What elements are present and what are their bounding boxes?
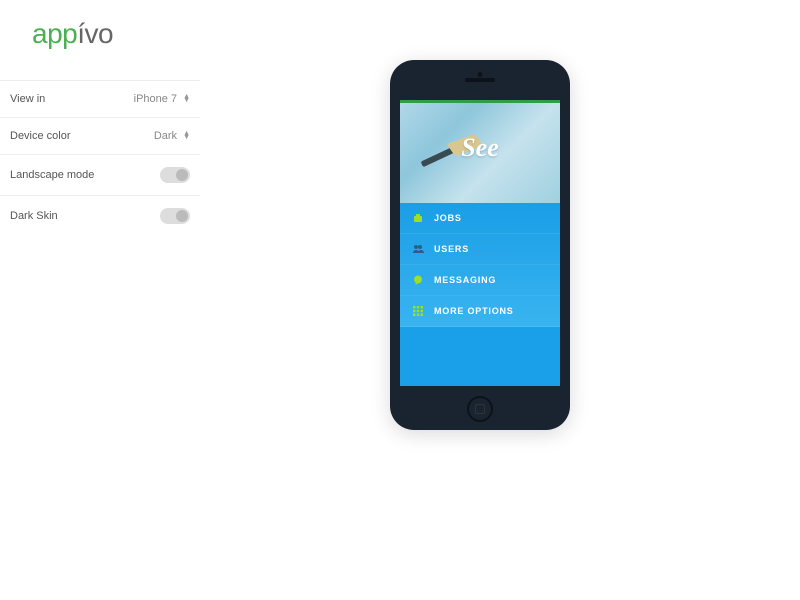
grid-icon bbox=[412, 305, 424, 317]
menu-item-jobs[interactable]: JOBS bbox=[400, 203, 560, 234]
landscape-row: Landscape mode bbox=[0, 154, 200, 195]
view-in-value: iPhone 7 bbox=[134, 93, 177, 105]
logo-text-green: app bbox=[32, 18, 77, 49]
landscape-label: Landscape mode bbox=[10, 169, 94, 181]
view-in-row: View in iPhone 7 ▲▼ bbox=[0, 80, 200, 117]
phone-frame: See JOBS USERS bbox=[390, 60, 570, 430]
menu-item-label: MORE OPTIONS bbox=[434, 306, 514, 316]
device-color-row: Device color Dark ▲▼ bbox=[0, 117, 200, 154]
logo-text-dark: ívo bbox=[77, 18, 113, 49]
menu-item-label: USERS bbox=[434, 244, 469, 254]
device-color-value: Dark bbox=[154, 130, 177, 142]
settings-sidebar: appívo View in iPhone 7 ▲▼ Device color … bbox=[0, 0, 200, 236]
device-preview: See JOBS USERS bbox=[390, 60, 570, 430]
updown-icon: ▲▼ bbox=[183, 95, 190, 103]
users-icon bbox=[412, 243, 424, 255]
dark-skin-toggle[interactable] bbox=[160, 208, 190, 224]
briefcase-icon bbox=[412, 212, 424, 224]
phone-screen: See JOBS USERS bbox=[400, 100, 560, 386]
dark-skin-row: Dark Skin bbox=[0, 195, 200, 236]
appivo-logo: appívo bbox=[0, 0, 200, 80]
view-in-select[interactable]: iPhone 7 ▲▼ bbox=[134, 93, 190, 105]
updown-icon: ▲▼ bbox=[183, 132, 190, 140]
phone-speaker-icon bbox=[465, 78, 495, 82]
home-button-icon[interactable] bbox=[467, 396, 493, 422]
hero-banner: See bbox=[400, 103, 560, 203]
menu-item-users[interactable]: USERS bbox=[400, 234, 560, 265]
menu-item-more-options[interactable]: MORE OPTIONS bbox=[400, 296, 560, 327]
view-in-label: View in bbox=[10, 93, 45, 105]
phone-camera-icon bbox=[478, 72, 483, 77]
app-menu: JOBS USERS MESSAGING bbox=[400, 203, 560, 327]
device-color-label: Device color bbox=[10, 130, 71, 142]
menu-item-label: JOBS bbox=[434, 213, 462, 223]
menu-item-label: MESSAGING bbox=[434, 275, 496, 285]
device-color-select[interactable]: Dark ▲▼ bbox=[154, 130, 190, 142]
dark-skin-label: Dark Skin bbox=[10, 210, 58, 222]
landscape-toggle[interactable] bbox=[160, 167, 190, 183]
menu-item-messaging[interactable]: MESSAGING bbox=[400, 265, 560, 296]
hero-title: See bbox=[461, 133, 499, 163]
message-bubble-icon bbox=[412, 274, 424, 286]
